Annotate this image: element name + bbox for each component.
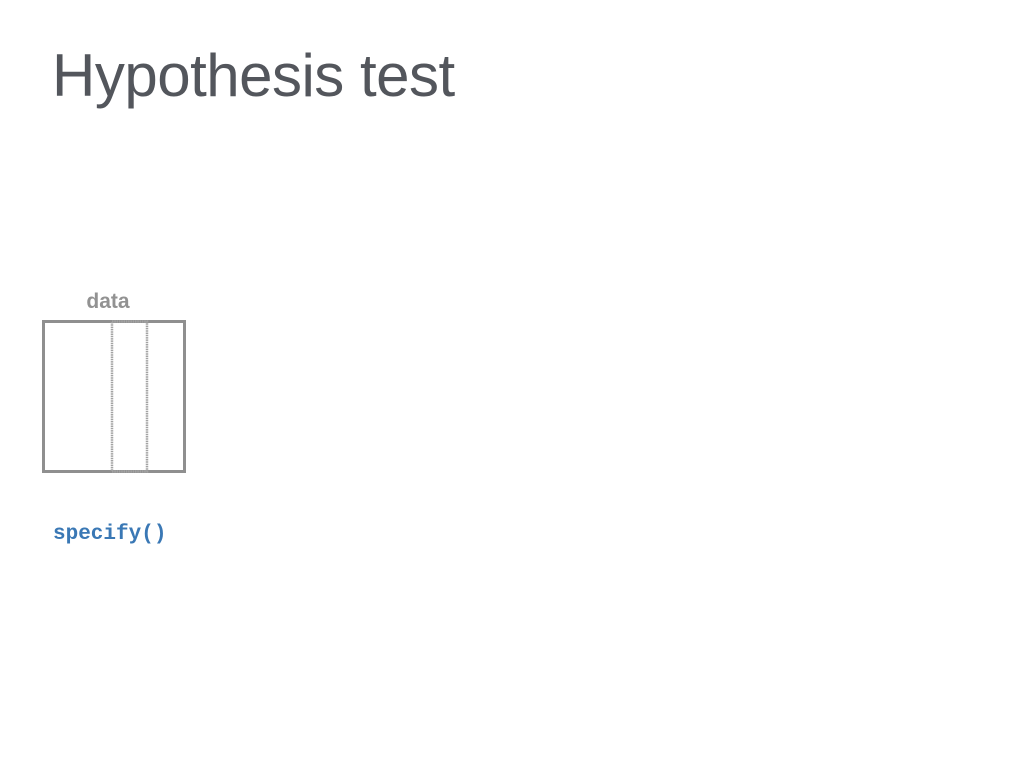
selected-column	[110, 320, 149, 473]
data-frame-box	[42, 320, 186, 473]
specify-function-call: specify()	[53, 523, 167, 546]
slide-title: Hypothesis test	[52, 42, 455, 109]
data-label: data	[86, 290, 130, 313]
slide: Hypothesis test data specify()	[0, 0, 1024, 768]
data-frame-diagram	[42, 320, 186, 473]
